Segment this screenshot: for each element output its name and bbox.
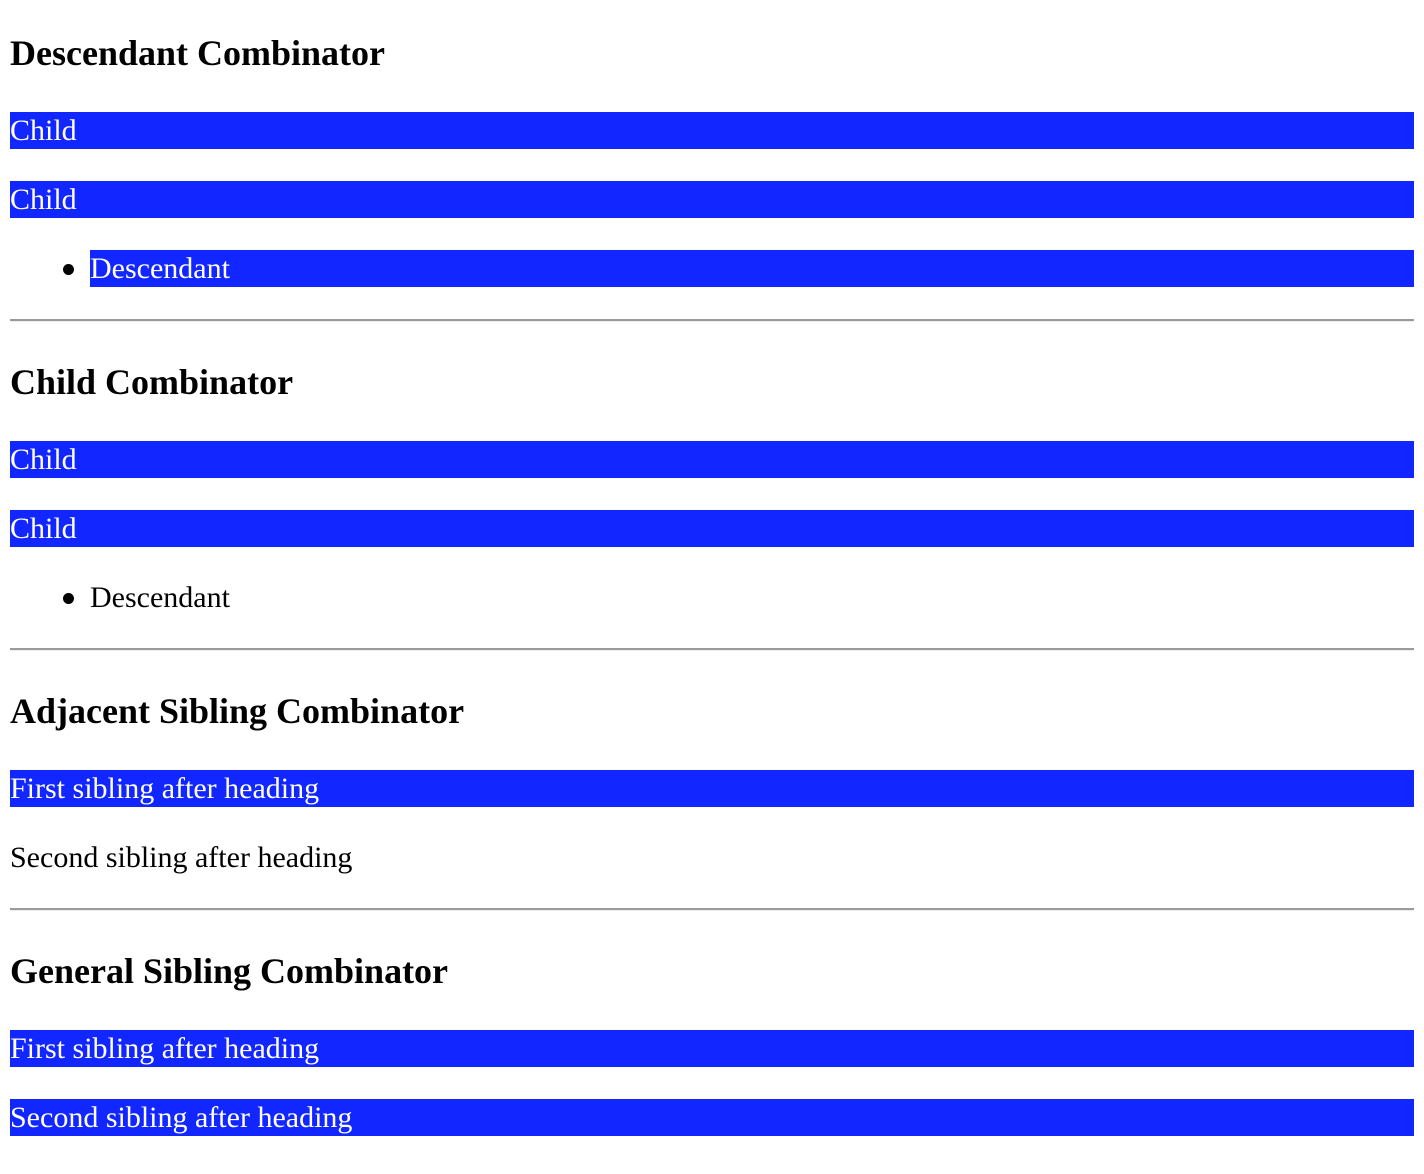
bullet-icon: [63, 264, 74, 275]
child-paragraph: Child: [10, 441, 1414, 478]
section-heading-descendant: Descendant Combinator: [10, 33, 385, 73]
child-paragraph: Child: [10, 510, 1414, 547]
sibling-paragraph: First sibling after heading: [10, 770, 1414, 807]
section-divider: [10, 908, 1414, 911]
section-divider: [10, 319, 1414, 322]
section-heading-general-sibling: General Sibling Combinator: [10, 951, 449, 991]
page: Descendant Combinator Child Child Descen…: [0, 0, 1424, 1174]
sibling-paragraph: Second sibling after heading: [10, 841, 353, 874]
child-paragraph: Child: [10, 181, 1414, 218]
section-heading-adjacent-sibling: Adjacent Sibling Combinator: [10, 691, 465, 731]
section-heading-child: Child Combinator: [10, 362, 294, 402]
child-paragraph: Child: [10, 112, 1414, 149]
descendant-list-item: Descendant: [90, 581, 230, 614]
sibling-paragraph: Second sibling after heading: [10, 1099, 1414, 1136]
bullet-icon: [63, 593, 74, 604]
section-divider: [10, 648, 1414, 651]
sibling-paragraph: First sibling after heading: [10, 1030, 1414, 1067]
descendant-list-item: Descendant: [90, 250, 1414, 287]
